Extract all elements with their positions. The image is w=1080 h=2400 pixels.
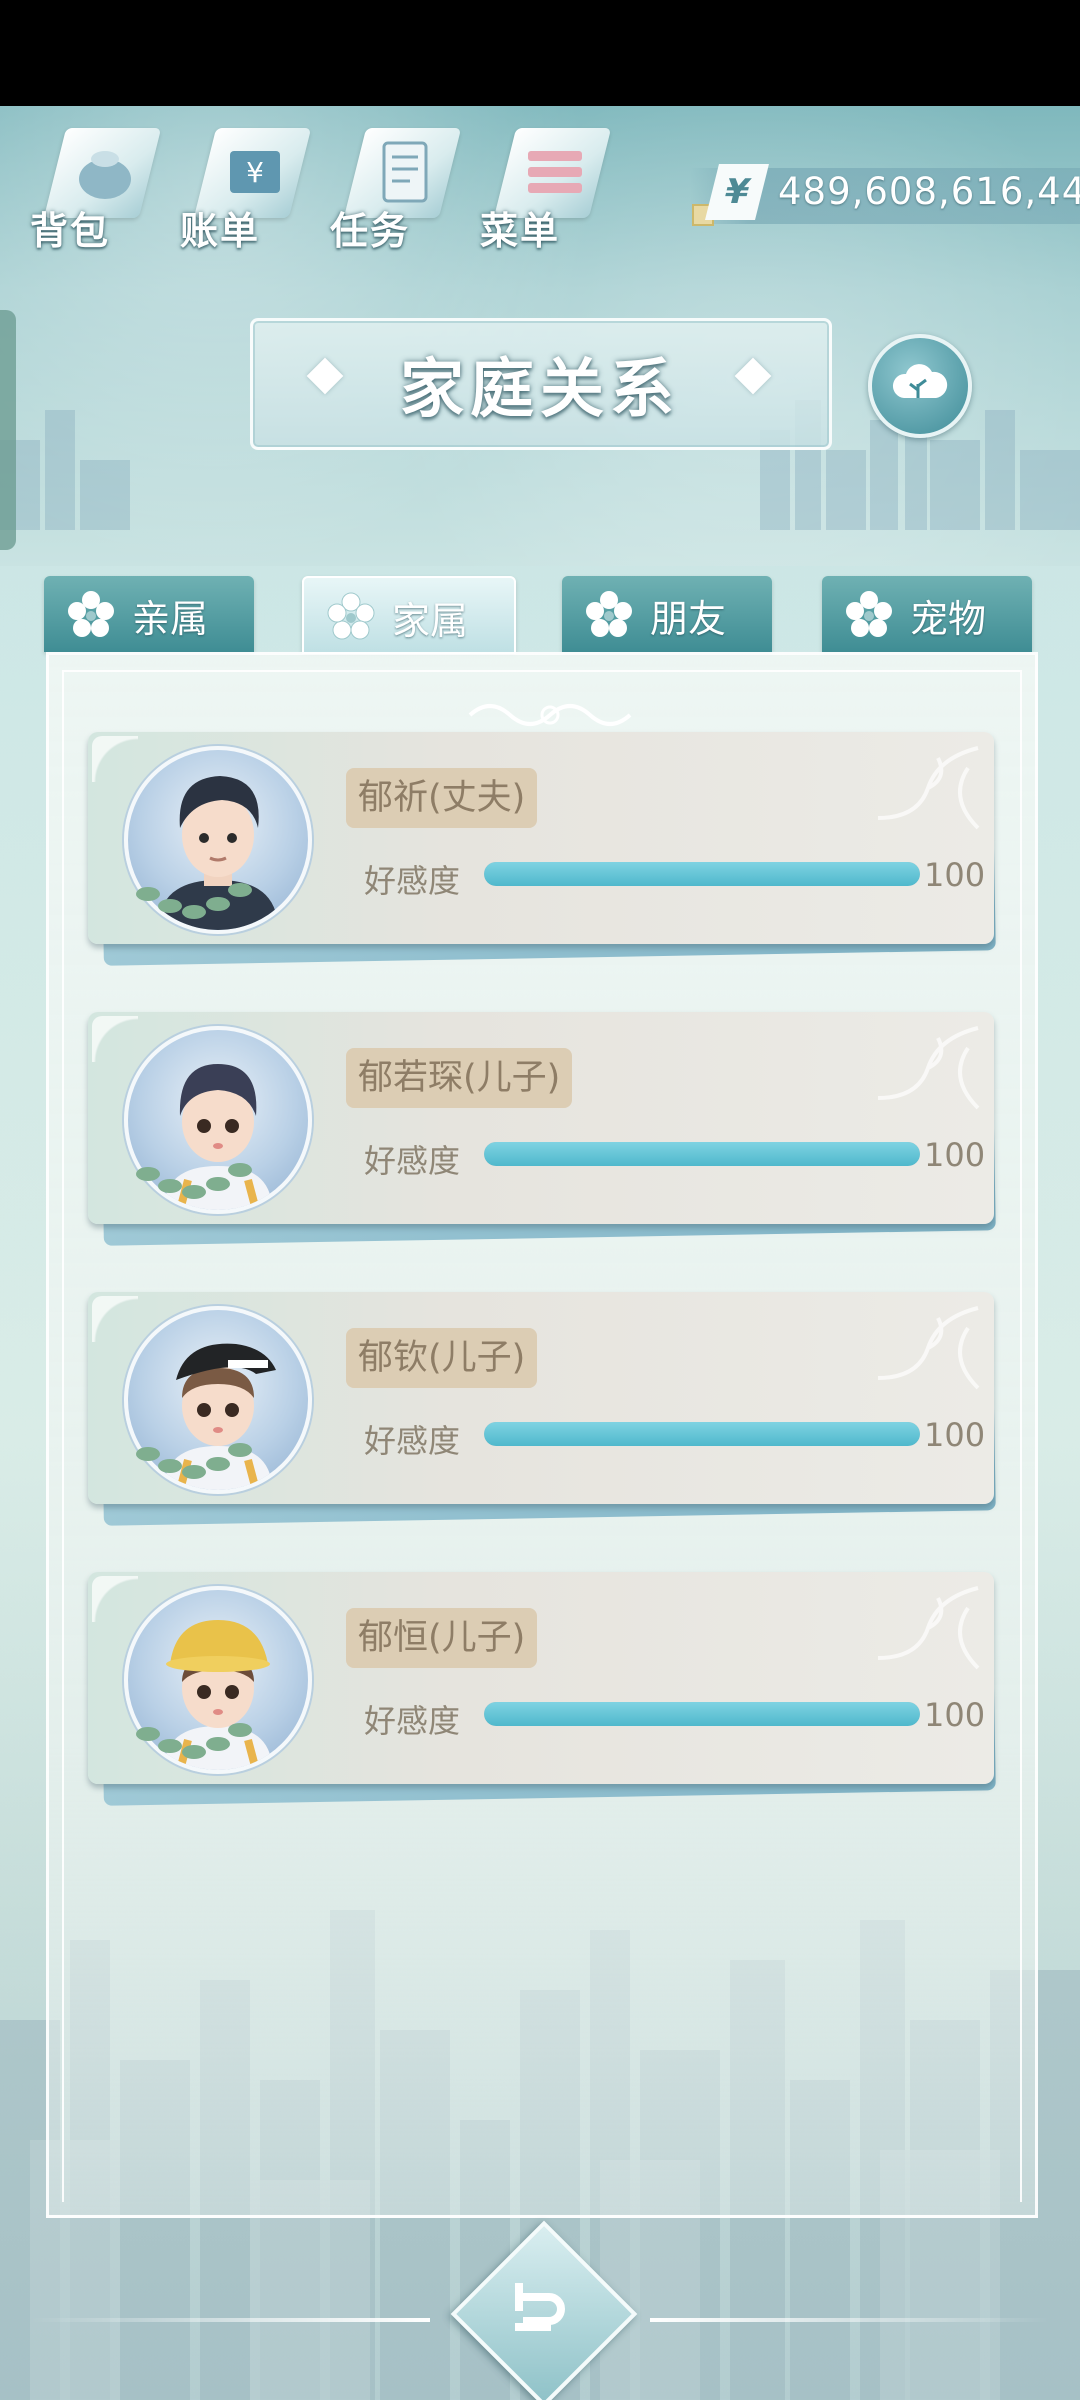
top-menu-task[interactable]: 任务 bbox=[310, 118, 462, 258]
affinity-bar-fill bbox=[484, 1702, 920, 1726]
affinity-value: 100 bbox=[924, 1416, 986, 1454]
relation-card[interactable]: 郁若琛(儿子) 好感度 100 bbox=[88, 1012, 996, 1248]
relation-card[interactable]: 郁恒(儿子) 好感度 100 bbox=[88, 1572, 996, 1808]
cloud-tree-button[interactable] bbox=[868, 334, 972, 438]
tab-relatives[interactable]: 亲属 bbox=[44, 576, 254, 652]
card-corner-ornament bbox=[92, 1296, 138, 1342]
top-menu-bag[interactable]: 背包 bbox=[10, 118, 162, 258]
tab-family[interactable]: 家属 bbox=[302, 576, 516, 654]
affinity-bar bbox=[484, 1702, 920, 1726]
relation-name: 郁祈(丈夫) bbox=[346, 768, 538, 828]
cloud-tree-icon bbox=[892, 364, 948, 398]
flower-icon bbox=[327, 592, 375, 640]
top-menu-task-label: 任务 bbox=[330, 209, 411, 253]
affinity-bar-fill bbox=[484, 862, 920, 886]
relation-card[interactable]: 郁祈(丈夫) 好感度 100 bbox=[88, 732, 996, 968]
relation-name: 郁钦(儿子) bbox=[346, 1328, 538, 1388]
affinity-label: 好感度 bbox=[364, 862, 461, 900]
affinity-bar-fill bbox=[484, 1142, 920, 1166]
affinity-bar bbox=[484, 1422, 920, 1446]
money-value: 489,608,616,444 bbox=[778, 170, 1080, 213]
top-menu-menu[interactable]: 菜单 bbox=[460, 118, 612, 258]
affinity-label: 好感度 bbox=[364, 1142, 461, 1180]
card-face: 郁钦(儿子) 好感度 100 bbox=[88, 1292, 994, 1504]
leaf-wreath bbox=[136, 1443, 252, 1479]
top-menu-bill[interactable]: ¥ 账单 bbox=[160, 118, 312, 258]
card-corner-ornament bbox=[92, 1016, 138, 1062]
status-bar bbox=[0, 0, 1080, 106]
card-face: 郁恒(儿子) 好感度 100 bbox=[88, 1572, 994, 1784]
tab-friends-label: 朋友 bbox=[650, 597, 727, 641]
top-menu-bill-label: 账单 bbox=[180, 209, 261, 253]
tab-family-label: 家属 bbox=[392, 599, 469, 643]
relation-name: 郁恒(儿子) bbox=[346, 1608, 538, 1668]
back-arrow-icon bbox=[490, 2260, 590, 2360]
leaf-wreath bbox=[136, 1723, 252, 1759]
flower-icon bbox=[68, 591, 114, 637]
relation-name: 郁若琛(儿子) bbox=[346, 1048, 573, 1108]
affinity-bar-fill bbox=[484, 1422, 920, 1446]
leaf-wreath bbox=[136, 883, 252, 919]
top-menu-menu-label: 菜单 bbox=[480, 209, 561, 253]
leaf-wreath bbox=[136, 1163, 252, 1199]
bottom-divider-right bbox=[650, 2318, 1050, 2322]
bottom-divider-left bbox=[30, 2318, 430, 2322]
affinity-bar bbox=[484, 1142, 920, 1166]
tab-friends[interactable]: 朋友 bbox=[562, 576, 772, 652]
relation-card[interactable]: 郁钦(儿子) 好感度 100 bbox=[88, 1292, 996, 1528]
affinity-label: 好感度 bbox=[364, 1422, 461, 1460]
flower-icon bbox=[846, 591, 892, 637]
page-title: 家庭关系 bbox=[400, 353, 680, 427]
affinity-label: 好感度 bbox=[364, 1702, 461, 1740]
top-menu-bag-label: 背包 bbox=[30, 209, 111, 253]
tab-pets[interactable]: 宠物 bbox=[822, 576, 1032, 652]
flower-icon bbox=[586, 591, 632, 637]
affinity-value: 100 bbox=[924, 1136, 986, 1174]
tab-relatives-label: 亲属 bbox=[132, 597, 209, 641]
card-corner-ornament bbox=[92, 1576, 138, 1622]
side-drawer-handle[interactable] bbox=[0, 310, 16, 550]
affinity-value: 100 bbox=[924, 1696, 986, 1734]
affinity-value: 100 bbox=[924, 856, 986, 894]
card-face: 郁若琛(儿子) 好感度 100 bbox=[88, 1012, 994, 1224]
svg-text:¥: ¥ bbox=[246, 156, 264, 189]
card-face: 郁祈(丈夫) 好感度 100 bbox=[88, 732, 994, 944]
card-corner-ornament bbox=[92, 736, 138, 782]
tab-pets-label: 宠物 bbox=[910, 597, 987, 641]
affinity-bar bbox=[484, 862, 920, 886]
